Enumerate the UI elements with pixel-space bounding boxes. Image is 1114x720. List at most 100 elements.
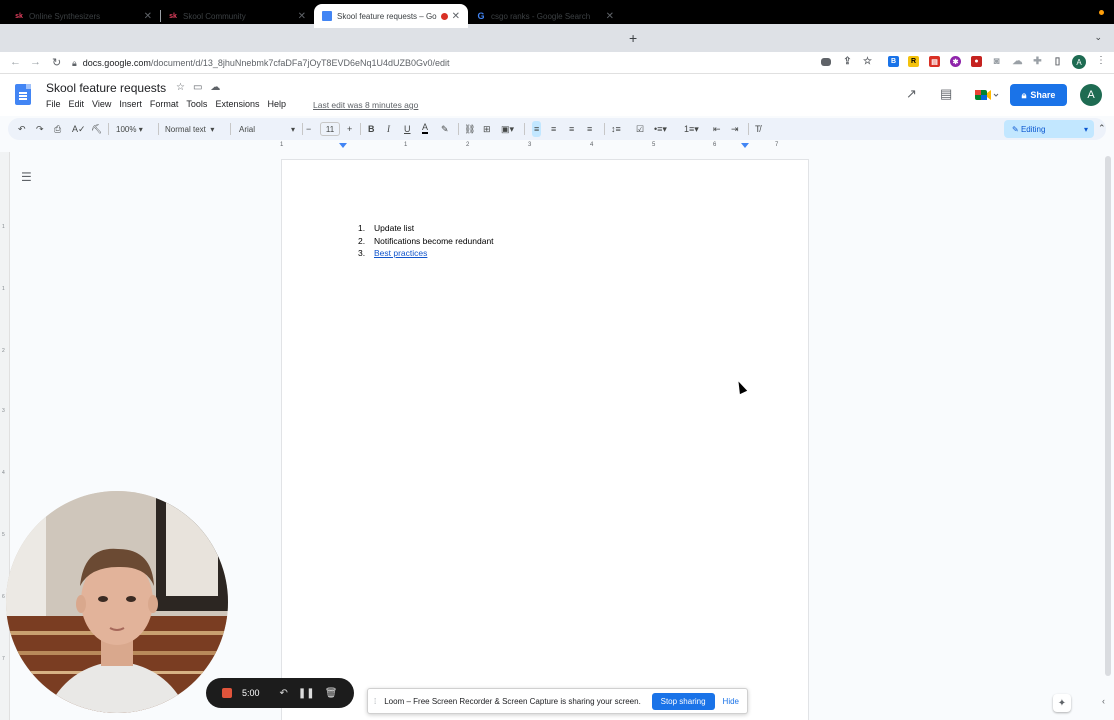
extension-record-icon[interactable]: ●: [971, 56, 982, 67]
forward-arrow-icon[interactable]: →: [30, 56, 41, 68]
browser-menu-icon[interactable]: ⋮: [1096, 55, 1106, 66]
align-right-icon[interactable]: ≡: [569, 121, 574, 137]
back-arrow-icon[interactable]: ←: [10, 56, 21, 68]
restart-icon[interactable]: ↶: [280, 688, 288, 699]
list-item[interactable]: 2. Notifications become redundant: [358, 236, 494, 249]
decrease-indent-icon[interactable]: ⇤: [713, 121, 721, 137]
close-tab-icon[interactable]: ✕: [452, 11, 460, 22]
extension-icon[interactable]: B: [888, 56, 899, 67]
tab-online-synthesizers[interactable]: sk Online Synthesizers ✕: [6, 4, 160, 28]
document-title[interactable]: Skool feature requests: [46, 81, 166, 95]
menu-extensions[interactable]: Extensions: [215, 99, 259, 109]
line-spacing-icon[interactable]: ↕≡: [611, 121, 621, 137]
menu-format[interactable]: Format: [150, 99, 179, 109]
hide-button[interactable]: Hide: [723, 697, 739, 706]
extensions-puzzle-icon[interactable]: ✚: [1032, 56, 1043, 67]
decrease-font-size-icon[interactable]: −: [306, 121, 311, 137]
account-avatar[interactable]: A: [1080, 84, 1102, 106]
tab-csgo-ranks[interactable]: G csgo ranks - Google Search ✕: [468, 4, 622, 28]
close-tab-icon[interactable]: ✕: [144, 11, 152, 22]
left-indent-marker[interactable]: [339, 143, 347, 148]
clear-formatting-icon[interactable]: T̸: [755, 121, 761, 137]
close-tab-icon[interactable]: ✕: [298, 11, 306, 22]
checklist-icon[interactable]: ☑: [636, 121, 644, 137]
menu-tools[interactable]: Tools: [186, 99, 207, 109]
bulleted-list-icon[interactable]: •≡▾: [654, 121, 667, 137]
camera-icon[interactable]: [821, 58, 831, 66]
stop-recording-icon[interactable]: [222, 688, 232, 698]
increase-font-size-icon[interactable]: +: [347, 121, 352, 137]
list-item[interactable]: 1. Update list: [358, 223, 494, 236]
star-icon[interactable]: ☆: [176, 82, 193, 93]
close-tab-icon[interactable]: ✕: [606, 11, 614, 22]
vertical-scrollbar[interactable]: [1104, 152, 1112, 712]
extension-camera-icon[interactable]: ◙: [991, 56, 1002, 67]
delete-trash-icon[interactable]: 🗑︎: [325, 688, 338, 699]
highlight-color-icon[interactable]: ✎: [441, 121, 449, 137]
paragraph-style-select[interactable]: Normal text ▾: [165, 121, 227, 137]
docs-logo-icon[interactable]: [15, 84, 31, 105]
side-panel-expand-icon[interactable]: ‹: [1102, 696, 1105, 706]
extension-r-icon[interactable]: R: [908, 56, 919, 67]
insert-link-icon[interactable]: ⛓: [464, 121, 475, 137]
cloud-saved-icon[interactable]: ☁: [210, 82, 228, 93]
hide-menus-chevron-icon[interactable]: ⌃: [1098, 123, 1106, 134]
url-field[interactable]: 🔒︎ docs.google.com/document/d/13_8jhuNne…: [72, 54, 832, 72]
activity-trend-icon[interactable]: ↗: [906, 86, 917, 102]
horizontal-ruler[interactable]: 1 1 2 3 4 5 6 7: [280, 142, 810, 152]
side-panel-icon[interactable]: ▯: [1052, 56, 1063, 67]
bookmark-star-icon[interactable]: ☆: [862, 56, 873, 67]
extension-red-icon[interactable]: ▤: [929, 56, 940, 67]
menu-view[interactable]: View: [92, 99, 111, 109]
font-select[interactable]: Arial ▾: [239, 121, 299, 137]
undo-icon[interactable]: ↶: [18, 121, 26, 137]
profile-avatar[interactable]: A: [1072, 55, 1086, 69]
align-left-icon[interactable]: ≡: [532, 121, 542, 137]
last-edit-link[interactable]: Last edit was 8 minutes ago: [313, 100, 418, 110]
redo-icon[interactable]: ↷: [36, 121, 44, 137]
new-tab-plus-icon[interactable]: +: [629, 30, 637, 46]
editing-mode-select[interactable]: ✎ Editing ▾: [1004, 120, 1094, 138]
menu-edit[interactable]: Edit: [69, 99, 85, 109]
add-comment-icon[interactable]: ⊞: [483, 121, 491, 137]
comments-icon[interactable]: ▤: [940, 86, 952, 102]
insert-image-icon[interactable]: ▣▾: [501, 121, 514, 137]
stop-sharing-button[interactable]: Stop sharing: [651, 692, 715, 710]
menu-insert[interactable]: Insert: [119, 99, 142, 109]
drag-handle-icon[interactable]: ⁞: [374, 697, 376, 706]
bold-icon[interactable]: B: [368, 121, 375, 137]
menu-file[interactable]: File: [46, 99, 61, 109]
list-item[interactable]: 3. Best practices: [358, 248, 494, 261]
align-center-icon[interactable]: ≡: [551, 121, 556, 137]
menu-help[interactable]: Help: [267, 99, 286, 109]
document-outline-icon[interactable]: ☰: [21, 170, 32, 184]
extension-gear-icon[interactable]: ✱: [950, 56, 961, 67]
print-icon[interactable]: ⎙: [54, 121, 61, 137]
italic-icon[interactable]: I: [387, 121, 390, 137]
text-color-icon[interactable]: A: [422, 121, 429, 134]
share-button[interactable]: 🔒︎ Share: [1010, 84, 1067, 106]
extension-cloud-icon[interactable]: ☁: [1012, 56, 1023, 67]
spellcheck-icon[interactable]: A✓: [72, 121, 86, 137]
share-page-icon[interactable]: ⇪: [842, 56, 853, 67]
underline-icon[interactable]: U: [404, 121, 411, 137]
tab-skool-community[interactable]: sk Skool Community ✕: [160, 4, 314, 28]
tab-skool-feature-requests[interactable]: Skool feature requests – Go ✕: [314, 4, 468, 28]
font-size-field[interactable]: 11: [320, 122, 340, 136]
toolbar-divider: [458, 123, 459, 135]
justify-icon[interactable]: ≡: [587, 121, 592, 137]
paint-format-icon[interactable]: ⛏: [91, 121, 102, 137]
numbered-list-icon[interactable]: 1≡▾: [684, 121, 699, 137]
scrollbar-thumb[interactable]: [1105, 156, 1111, 676]
pause-icon[interactable]: ❚❚: [298, 688, 315, 699]
zoom-select[interactable]: 100% ▾: [116, 121, 154, 137]
meet-button[interactable]: [972, 85, 1000, 105]
best-practices-link[interactable]: Best practices: [374, 248, 427, 261]
tab-search-chevron-icon[interactable]: ⌄: [1094, 32, 1102, 43]
increase-indent-icon[interactable]: ⇥: [731, 121, 739, 137]
move-folder-icon[interactable]: ▭: [193, 82, 210, 93]
explore-icon[interactable]: ✦: [1053, 694, 1071, 712]
right-indent-marker[interactable]: [741, 143, 749, 148]
reload-icon[interactable]: ↻: [52, 56, 61, 69]
webcam-bubble[interactable]: [6, 491, 228, 713]
